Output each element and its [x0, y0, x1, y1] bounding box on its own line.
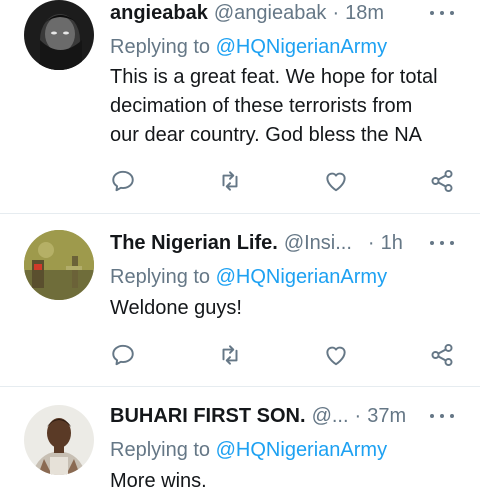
tweet-text: This is a great feat. We hope for total …: [110, 63, 470, 150]
tweet[interactable]: angieabak @angieabak · 18m Replying to @…: [0, 0, 480, 213]
tweet-actions: [0, 340, 480, 370]
replying-label: Replying to: [110, 36, 211, 58]
tweet[interactable]: BUHARI FIRST SON. @... · 37m Replying to…: [0, 387, 480, 502]
timestamp[interactable]: 18m: [345, 2, 384, 25]
separator: ·: [354, 404, 362, 427]
user-handle[interactable]: @Insi...: [284, 232, 352, 255]
like-icon[interactable]: [321, 340, 351, 370]
timestamp[interactable]: 37m: [367, 405, 406, 428]
replying-to: Replying to @HQNigerianArmy: [110, 36, 387, 59]
more-icon[interactable]: [430, 411, 454, 421]
tweet-text-line: More wins.: [110, 470, 207, 492]
tweet-header: The Nigerian Life. @Insi... · 1h: [110, 230, 460, 256]
display-name[interactable]: BUHARI FIRST SON.: [110, 405, 306, 428]
replying-to: Replying to @HQNigerianArmy: [110, 266, 387, 289]
replying-to: Replying to @HQNigerianArmy: [110, 439, 387, 462]
display-name[interactable]: The Nigerian Life.: [110, 232, 278, 255]
avatar[interactable]: [24, 405, 94, 475]
tweet-text-line: Weldone guys!: [110, 297, 242, 319]
separator: ·: [332, 1, 340, 24]
display-name[interactable]: angieabak: [110, 2, 208, 25]
retweet-icon[interactable]: [215, 166, 245, 196]
timestamp[interactable]: 1h: [381, 232, 403, 255]
tweet-text-line: decimation of these terrorists from: [110, 95, 413, 117]
share-icon[interactable]: [427, 340, 457, 370]
avatar[interactable]: [24, 230, 94, 300]
tweet-header: BUHARI FIRST SON. @... · 37m: [110, 403, 460, 429]
user-handle[interactable]: @angieabak: [214, 2, 327, 25]
replying-label: Replying to: [110, 266, 211, 288]
replying-label: Replying to: [110, 439, 211, 461]
user-handle[interactable]: @...: [312, 405, 349, 428]
share-icon[interactable]: [427, 166, 457, 196]
more-icon[interactable]: [430, 8, 454, 18]
retweet-icon[interactable]: [215, 340, 245, 370]
replying-to-link[interactable]: @HQNigerianArmy: [216, 439, 387, 461]
separator: ·: [367, 231, 375, 254]
replying-to-link[interactable]: @HQNigerianArmy: [216, 266, 387, 288]
tweet-text: Weldone guys!: [110, 294, 470, 323]
more-icon[interactable]: [430, 238, 454, 248]
tweet-text-line: This is a great feat. We hope for total: [110, 66, 438, 88]
tweet-text-line: our dear country. God bless the NA: [110, 124, 423, 146]
tweet[interactable]: The Nigerian Life. @Insi... · 1h Replyin…: [0, 214, 480, 386]
reply-icon[interactable]: [108, 166, 138, 196]
tweet-header: angieabak @angieabak · 18m: [110, 0, 460, 26]
tweet-text: More wins.: [110, 467, 470, 496]
tweet-actions: [0, 166, 480, 196]
like-icon[interactable]: [321, 166, 351, 196]
replying-to-link[interactable]: @HQNigerianArmy: [216, 36, 387, 58]
reply-icon[interactable]: [108, 340, 138, 370]
avatar[interactable]: [24, 0, 94, 70]
